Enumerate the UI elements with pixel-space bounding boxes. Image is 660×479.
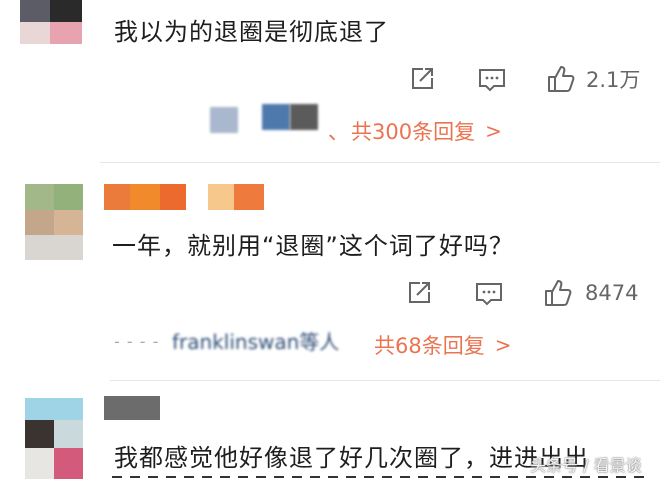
replies-count-label: 共300条回复	[351, 120, 476, 144]
chevron-right-icon: >	[485, 119, 502, 143]
share-button[interactable]	[409, 66, 435, 92]
avatar[interactable]	[20, 0, 82, 44]
divider	[100, 162, 660, 163]
comment-icon	[476, 283, 502, 306]
comment-button[interactable]	[478, 67, 506, 93]
username[interactable]	[104, 396, 160, 420]
reply-preview-dots: - - - -	[114, 332, 160, 351]
like-button[interactable]: 2.1万	[546, 64, 640, 94]
like-count: 8474	[585, 281, 639, 305]
replies-count-label: 共68条回复	[374, 334, 485, 358]
comment-text: 一年，就别用“退圈”这个词了好吗？	[112, 232, 514, 260]
thumbs-up-icon	[545, 280, 572, 306]
divider	[110, 380, 660, 381]
watermark: 头条号 / 看景谈	[530, 456, 642, 475]
share-icon	[412, 68, 433, 89]
avatar[interactable]	[25, 398, 83, 479]
comment-button[interactable]	[475, 281, 503, 307]
reply-preview-users: franklinswan等人	[172, 330, 340, 354]
share-button[interactable]	[406, 280, 432, 306]
like-count: 2.1万	[586, 68, 641, 92]
thumbs-up-icon	[548, 66, 575, 92]
comment-text: 我都感觉他好像退了好几次圈了，进进出出	[114, 444, 589, 472]
like-button[interactable]: 8474	[543, 278, 638, 308]
comment-text: 我以为的退圈是彻底退了	[114, 18, 389, 46]
view-replies-link[interactable]: 、 共300条回复 >	[328, 116, 502, 146]
avatar[interactable]	[25, 184, 83, 260]
share-icon	[409, 282, 430, 303]
comment-icon	[479, 69, 505, 92]
view-replies-link[interactable]: 共68条回复 >	[374, 330, 512, 360]
chevron-right-icon: >	[494, 333, 512, 357]
